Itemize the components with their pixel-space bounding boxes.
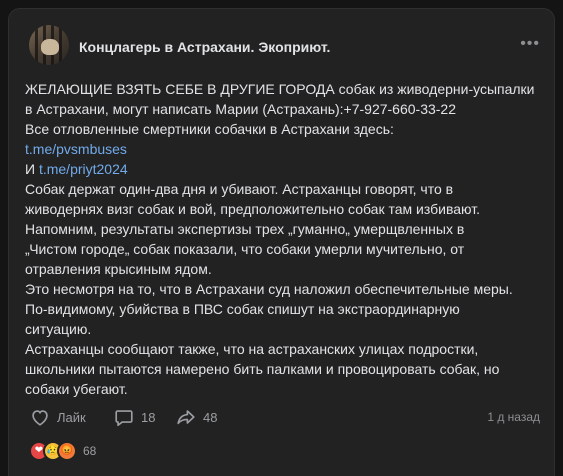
comments-count: 18 xyxy=(141,409,156,425)
text-line: школьники пытаются намерено бить палками… xyxy=(25,361,500,377)
reactions-count: 68 xyxy=(83,444,97,458)
telegram-link[interactable]: t.me/priyt2024 xyxy=(39,161,128,177)
text-line: Это несмотря на то, что в Астрахани суд … xyxy=(25,281,513,297)
post-card: Концлагерь в Астрахани. Экоприют. ••• ЖЕ… xyxy=(8,8,555,476)
like-button[interactable]: Лайк xyxy=(29,406,86,428)
text-line: в Астрахани, могут написать Марии (Астра… xyxy=(25,101,457,117)
text-line: ситуацию. xyxy=(25,321,92,337)
text-line: отравления крысиным ядом. xyxy=(25,261,212,277)
post-text: ЖЕЛАЮЩИЕ ВЗЯТЬ СЕБЕ В ДРУГИЕ ГОРОДА соба… xyxy=(25,79,545,399)
text-line: t.me/pvsmbuses xyxy=(25,139,545,159)
telegram-link[interactable]: t.me/pvsmbuses xyxy=(25,141,127,157)
text-line: „Чистом городе„ собак показали, что соба… xyxy=(25,241,465,257)
text-line: ЖЕЛАЮЩИЕ ВЗЯТЬ СЕБЕ В ДРУГИЕ ГОРОДА соба… xyxy=(25,81,535,97)
text-line: И t.me/priyt2024 xyxy=(25,159,545,179)
comment-icon xyxy=(115,410,133,427)
dog-graphic xyxy=(41,39,59,55)
angry-face-reaction-icon: 😡 xyxy=(57,441,77,461)
text-line: живодернях визг собак и вой, предположит… xyxy=(25,201,480,217)
text-line: Все отловленные смертники собачки в Астр… xyxy=(25,121,394,137)
shares-count: 48 xyxy=(203,409,218,425)
heart-icon xyxy=(32,410,48,426)
reactions-summary[interactable]: ❤ 😥 😡 68 xyxy=(29,441,96,461)
comments-button[interactable]: 18 xyxy=(113,406,155,428)
post-date[interactable]: 1 д назад xyxy=(487,410,540,424)
link-prefix: И xyxy=(25,161,39,177)
text-line: Собак держат один-два дня и убивают. Аст… xyxy=(25,181,454,197)
text-line: собаки убегают. xyxy=(25,381,128,397)
text-line: Астраханцы сообщают также, что на астрах… xyxy=(25,341,479,357)
like-label: Лайк xyxy=(57,409,86,425)
post-author[interactable]: Концлагерь в Астрахани. Экоприют. xyxy=(79,39,330,55)
share-icon xyxy=(177,410,195,425)
avatar[interactable] xyxy=(29,25,69,65)
text-line: Напомним, результаты экспертизы трех „гу… xyxy=(25,221,465,237)
share-button[interactable]: 48 xyxy=(175,406,217,428)
more-dots-icon[interactable]: ••• xyxy=(520,36,540,52)
text-line: По-видимому, убийства в ПВС собак спишут… xyxy=(25,301,460,317)
